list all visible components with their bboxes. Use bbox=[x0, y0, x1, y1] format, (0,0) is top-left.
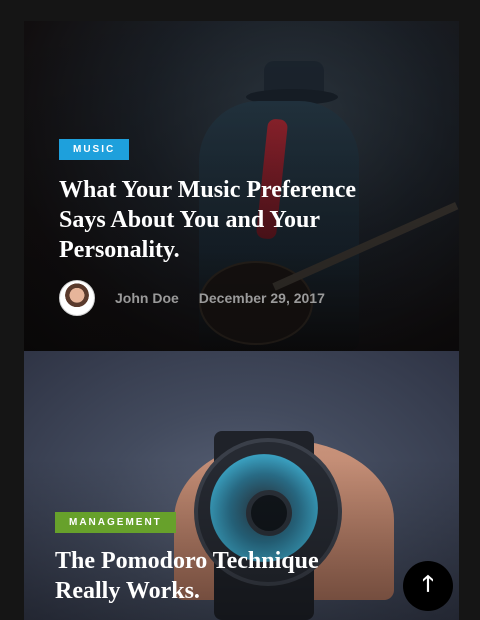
post-title[interactable]: What Your Music Preference Says About Yo… bbox=[59, 175, 379, 265]
author-avatar[interactable] bbox=[59, 280, 95, 316]
author-name[interactable]: John Doe bbox=[115, 290, 179, 306]
arrow-up-icon: 🡑 bbox=[422, 571, 434, 596]
post-date: December 29, 2017 bbox=[198, 290, 325, 306]
post-meta: John Doe December 29, 2017 bbox=[59, 280, 325, 316]
category-badge[interactable]: MUSIC bbox=[59, 139, 130, 160]
category-badge[interactable]: MANAGEMENT bbox=[55, 512, 176, 533]
scroll-to-top-button[interactable]: 🡑 bbox=[403, 561, 453, 611]
post-title[interactable]: The Pomodoro Technique Really Works. bbox=[55, 546, 375, 606]
post-card-management[interactable]: MANAGEMENT The Pomodoro Technique Really… bbox=[24, 351, 459, 620]
post-card-music[interactable]: MUSIC What Your Music Preference Says Ab… bbox=[24, 21, 459, 351]
